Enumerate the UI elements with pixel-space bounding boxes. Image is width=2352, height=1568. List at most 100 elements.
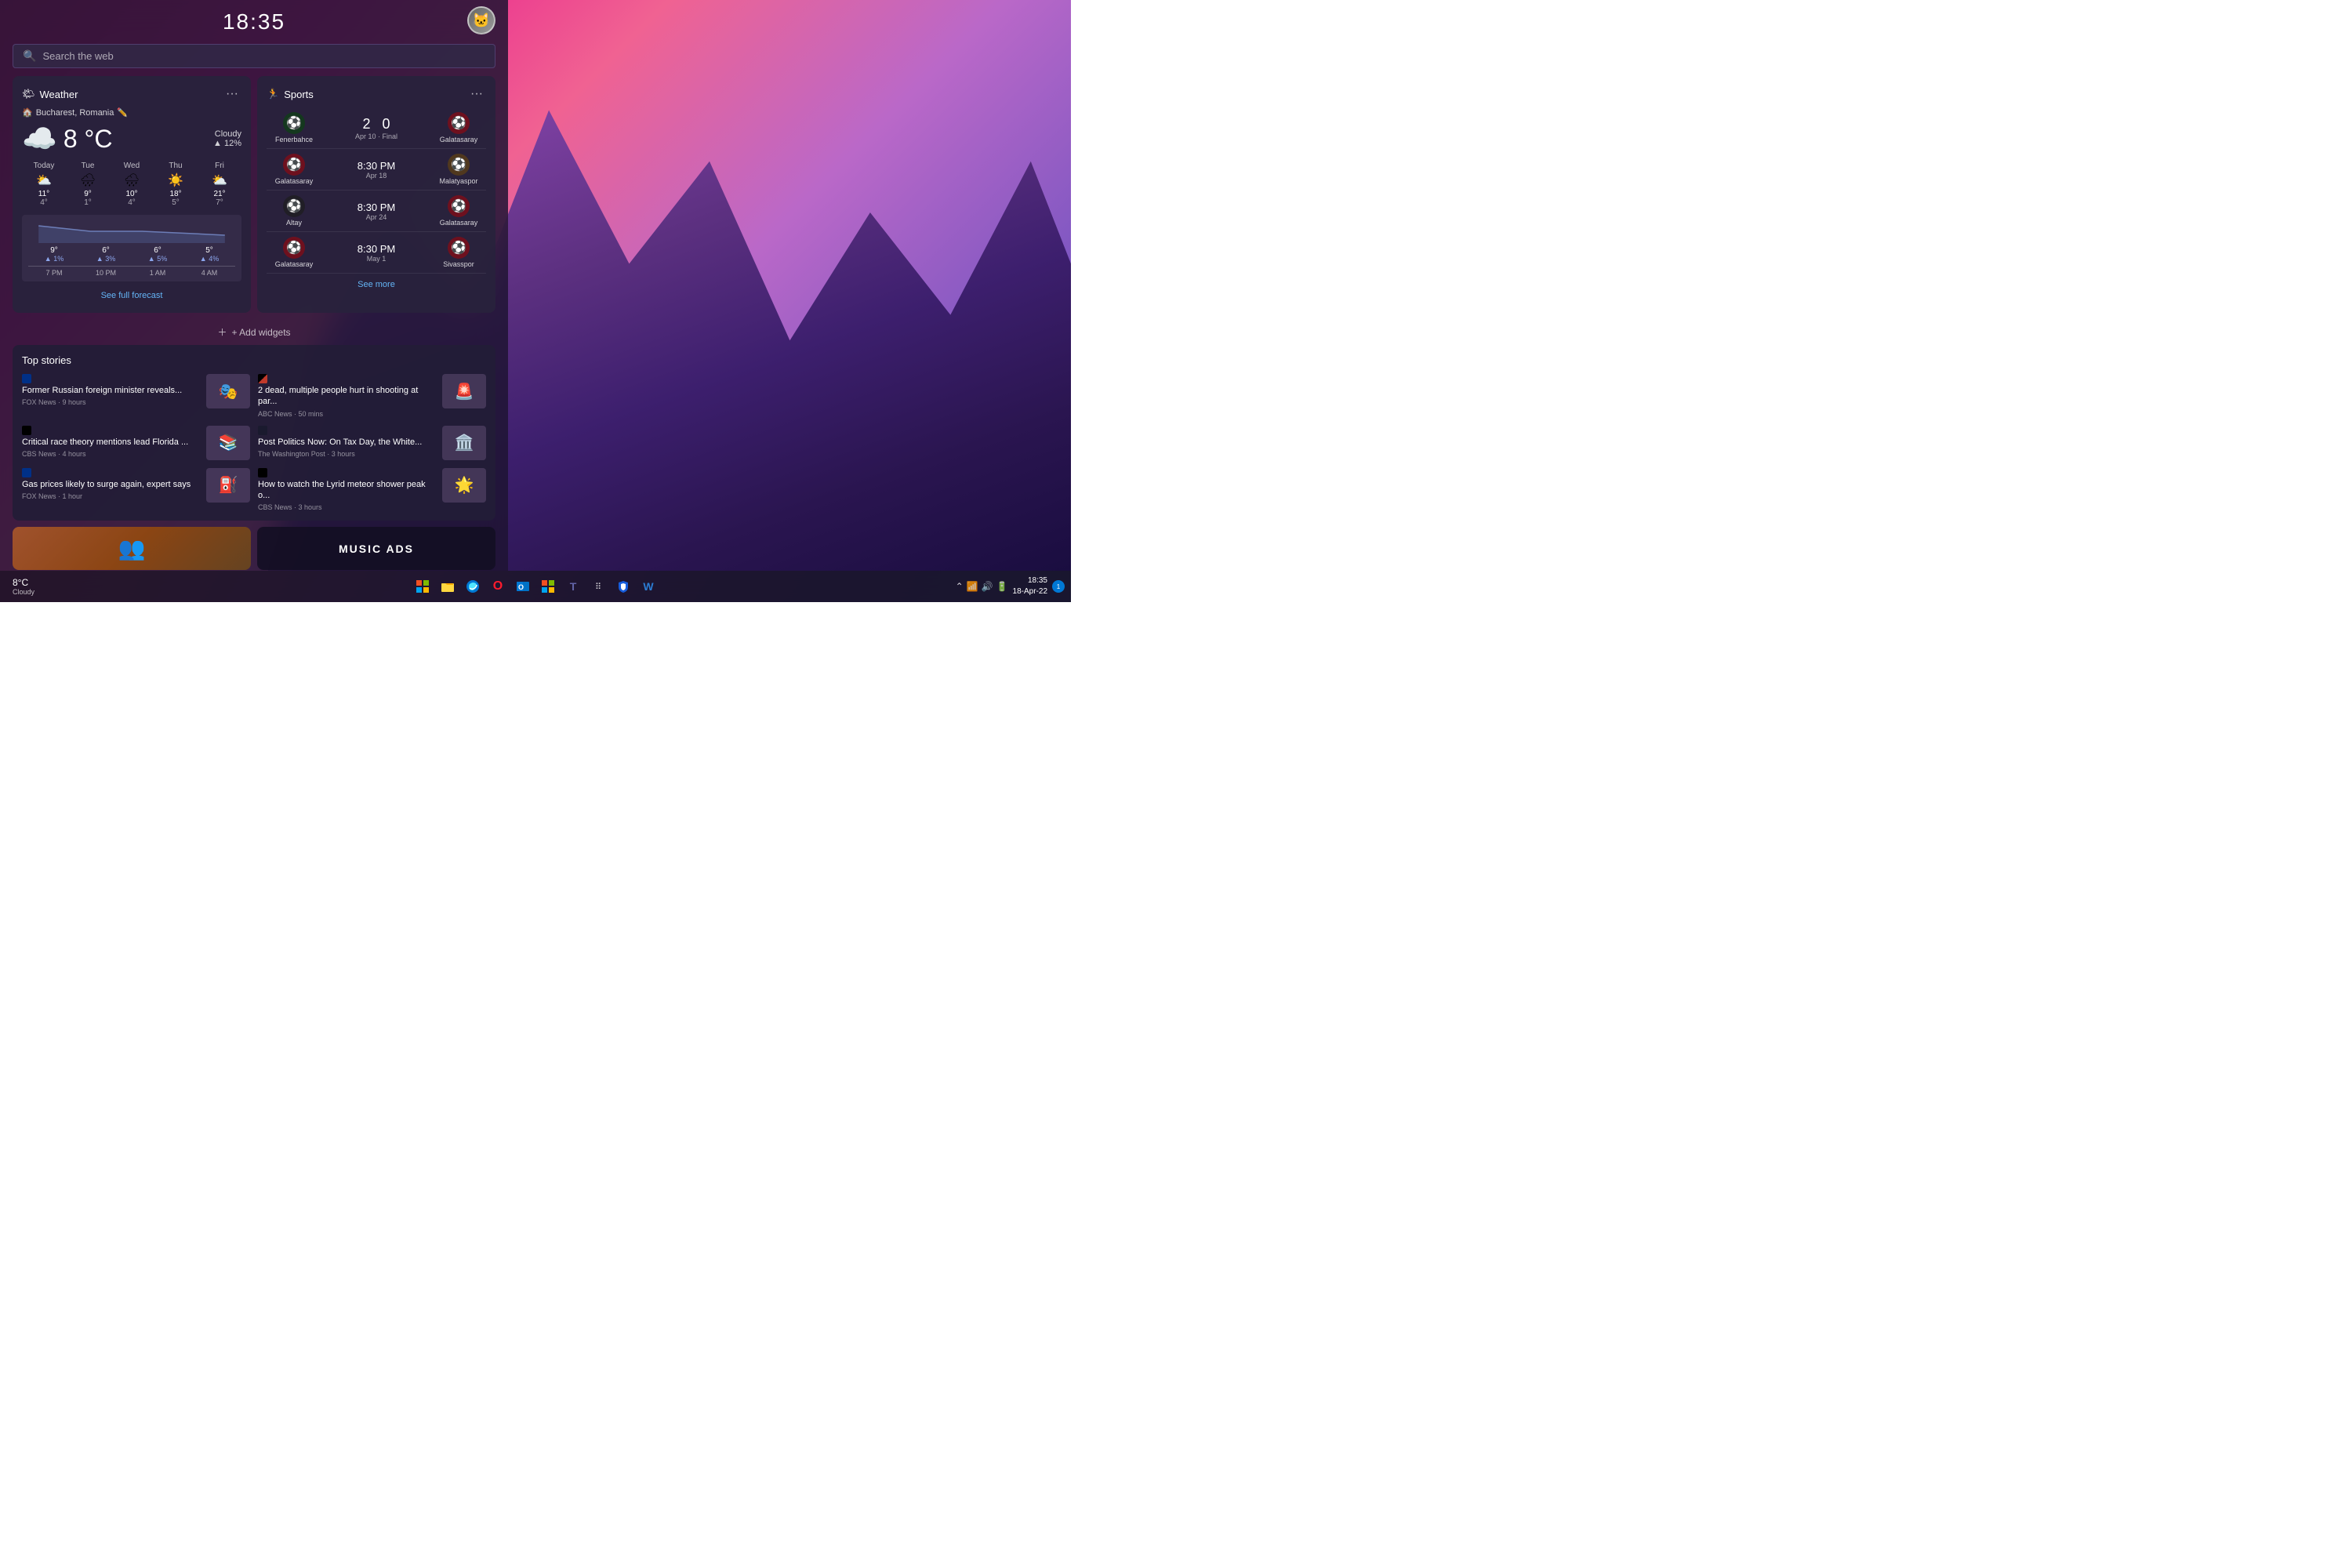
- altay-logo: ⚽: [283, 195, 305, 217]
- start-button[interactable]: [412, 575, 434, 597]
- sports-icon: 🏃: [267, 88, 279, 100]
- music-banner-text: MUSIC ADS: [339, 543, 414, 555]
- forecast-wed: Wed 🌧 10° 4°: [110, 162, 154, 207]
- match-score-3: 8:30 PM Apr 24: [321, 201, 431, 221]
- taskbar-weather[interactable]: 8°C Cloudy: [6, 577, 41, 596]
- story-item-1[interactable]: Former Russian foreign minister reveals.…: [22, 374, 250, 418]
- system-tray: ⌃ 📶 🔊 🔋: [956, 581, 1008, 592]
- story-text-4: Post Politics Now: On Tax Day, the White…: [258, 426, 436, 458]
- weather-temperature: 8 °C: [64, 125, 113, 154]
- hourly-1am: 6° ▲ 5%: [132, 246, 183, 263]
- volume-icon[interactable]: 🔊: [982, 581, 993, 592]
- hourly-chart: [28, 220, 235, 243]
- add-widgets-button[interactable]: ＋ + Add widgets: [0, 319, 508, 345]
- story-image-1: 🎭: [206, 374, 250, 408]
- story-item-6[interactable]: How to watch the Lyrid meteor shower pea…: [258, 468, 486, 512]
- see-more-link[interactable]: See more: [267, 274, 486, 292]
- team-galatasaray-3: ⚽ Galatasaray: [431, 195, 486, 227]
- fox-news-logo-1: [22, 374, 31, 383]
- fenerbahce-logo: ⚽: [283, 112, 305, 134]
- team-malatyaspor: ⚽ Malatyaspor: [431, 154, 486, 185]
- story-text-1: Former Russian foreign minister reveals.…: [22, 374, 200, 406]
- chevron-up-icon[interactable]: ⌃: [956, 581, 964, 592]
- sports-title-block: 🏃 Sports: [267, 88, 314, 100]
- outlook-button[interactable]: O: [512, 575, 534, 597]
- galatasaray-logo-3: ⚽: [448, 195, 470, 217]
- opera-button[interactable]: O: [487, 575, 509, 597]
- edge-browser-button[interactable]: [462, 575, 484, 597]
- search-bar[interactable]: 🔍 Search the web: [13, 44, 495, 68]
- story-item-5[interactable]: Gas prices likely to surge again, expert…: [22, 468, 250, 512]
- weather-temp-block: ☁️ 8 °C: [22, 122, 112, 155]
- apps-button[interactable]: ⠿: [587, 575, 609, 597]
- hourly-4am: 5° ▲ 4%: [183, 246, 235, 263]
- people-image: 👥: [118, 535, 146, 561]
- forecast-today: Today ⛅ 11° 4°: [22, 162, 66, 207]
- hourly-10pm: 6° ▲ 3%: [80, 246, 132, 263]
- notification-button[interactable]: 1: [1052, 580, 1065, 593]
- story-item-4[interactable]: Post Politics Now: On Tax Day, the White…: [258, 426, 486, 460]
- microsoft-store-button[interactable]: [537, 575, 559, 597]
- hourly-section: 9° ▲ 1% 6° ▲ 3% 6° ▲ 5% 5°: [22, 215, 241, 281]
- desktop: 18:35 🐱 🔍 Search the web 🌤 Weather ···: [0, 0, 1071, 602]
- weather-widget: 🌤 Weather ··· 🏠 Bucharest, Romania ✏️ ☁️…: [13, 76, 251, 313]
- taskbar: 8°C Cloudy: [0, 571, 1071, 602]
- galatasaray-logo-2: ⚽: [283, 154, 305, 176]
- weather-icon: 🌤: [22, 88, 35, 100]
- network-icon[interactable]: 📶: [967, 581, 978, 592]
- panel-header: 18:35 🐱: [0, 0, 508, 41]
- story-text-3: Critical race theory mentions lead Flori…: [22, 426, 200, 458]
- weather-widget-header: 🌤 Weather ···: [22, 85, 241, 103]
- bitwarden-button[interactable]: [612, 575, 634, 597]
- weather-cloud-icon: ☁️: [22, 122, 57, 155]
- word-button[interactable]: W: [637, 575, 659, 597]
- cbs-news-logo-1: [22, 426, 31, 435]
- forecast-tue: Tue 🌧 9° 1°: [66, 162, 110, 207]
- story-image-6: 🌟: [442, 468, 486, 503]
- story-image-5: ⛽: [206, 468, 250, 503]
- sports-widget: 🏃 Sports ··· ⚽ Fenerbahce 2: [257, 76, 495, 313]
- banner-people[interactable]: 👥: [13, 527, 251, 570]
- weather-condition-block: Cloudy ▲ 12%: [213, 129, 241, 148]
- story-image-2: 🚨: [442, 374, 486, 408]
- banner-music[interactable]: MUSIC ADS: [257, 527, 495, 570]
- match-row-1: ⚽ Fenerbahce 2 0 Apr 10 · Final ⚽ Gala: [267, 107, 486, 149]
- story-text-5: Gas prices likely to surge again, expert…: [22, 468, 200, 500]
- match-row-2: ⚽ Galatasaray 8:30 PM Apr 18 ⚽ Malatyasp…: [267, 149, 486, 191]
- cbs-news-logo-2: [258, 468, 267, 477]
- washington-post-logo: [258, 426, 267, 435]
- file-explorer-button[interactable]: [437, 575, 459, 597]
- malatyaspor-logo: ⚽: [448, 154, 470, 176]
- weather-menu-button[interactable]: ···: [223, 85, 241, 103]
- story-item-2[interactable]: 2 dead, multiple people hurt in shooting…: [258, 374, 486, 418]
- taskbar-right: ⌃ 📶 🔊 🔋 18:35 18-Apr-22 1: [956, 575, 1065, 597]
- story-text-6: How to watch the Lyrid meteor shower pea…: [258, 468, 436, 512]
- home-icon: 🏠: [22, 107, 33, 118]
- team-altay: ⚽ Altay: [267, 195, 321, 227]
- story-image-4: 🏛️: [442, 426, 486, 460]
- weather-title: Weather: [40, 89, 78, 100]
- battery-icon[interactable]: 🔋: [996, 581, 1008, 592]
- fox-news-logo-2: [22, 468, 31, 477]
- bottom-banners: 👥 MUSIC ADS: [0, 527, 508, 570]
- sports-menu-button[interactable]: ···: [467, 85, 486, 103]
- edit-icon[interactable]: ✏️: [117, 107, 128, 118]
- see-full-forecast-link[interactable]: See full forecast: [22, 288, 241, 303]
- team-galatasaray-2: ⚽ Galatasaray: [267, 154, 321, 185]
- taskbar-clock[interactable]: 18:35 18-Apr-22: [1013, 575, 1047, 597]
- hourly-7pm: 9° ▲ 1%: [28, 246, 80, 263]
- weather-location: 🏠 Bucharest, Romania ✏️: [22, 107, 241, 118]
- weather-forecast: Today ⛅ 11° 4° Tue 🌧 9° 1° Wed 🌧 1: [22, 162, 241, 207]
- top-stories-title: Top stories: [22, 354, 486, 366]
- abc-news-logo: [258, 374, 267, 383]
- svg-text:O: O: [518, 583, 524, 591]
- team-sivasspor: ⚽ Sivasspor: [431, 237, 486, 268]
- teams-button[interactable]: T: [562, 575, 584, 597]
- story-item-3[interactable]: Critical race theory mentions lead Flori…: [22, 426, 250, 460]
- sivasspor-logo: ⚽: [448, 237, 470, 259]
- sports-title: Sports: [284, 89, 314, 100]
- search-icon: 🔍: [23, 49, 36, 63]
- hourly-times: 7 PM 10 PM 1 AM 4 AM: [28, 266, 235, 277]
- team-galatasaray-1: ⚽ Galatasaray: [431, 112, 486, 143]
- user-avatar[interactable]: 🐱: [467, 6, 495, 34]
